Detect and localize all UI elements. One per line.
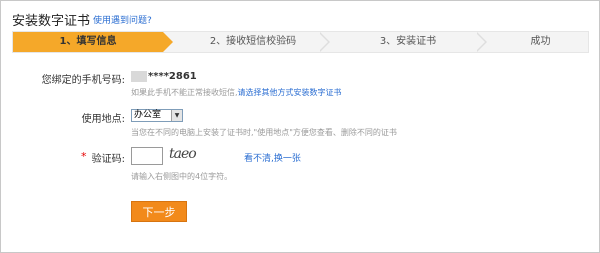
step-label: 成功 — [530, 36, 551, 47]
location-select[interactable]: 办公室 ▼ — [131, 109, 183, 122]
other-install-method-link[interactable]: 请选择其他方式安装数字证书 — [238, 88, 342, 97]
location-hint: 当您在不同的电脑上安装了证书时,"使用地点"方便您查看、删除不同的证书 — [131, 128, 397, 137]
step-label: 1、填写信息 — [59, 36, 117, 47]
captcha-image[interactable]: taeo — [169, 144, 209, 164]
step-success: 成功 — [493, 32, 588, 52]
step-label: 3、安装证书 — [379, 36, 437, 47]
captcha-input[interactable] — [131, 147, 163, 165]
progress-steps: 1、填写信息 2、接收短信校验码 3、安装证书 成功 — [12, 31, 589, 53]
phone-mask — [131, 71, 147, 82]
captcha-hint: 请输入右侧图中的4位字符。 — [131, 172, 233, 181]
step-install-cert: 3、安装证书 — [333, 32, 483, 52]
step-label: 2、接收短信校验码 — [209, 36, 297, 47]
step-receive-sms: 2、接收短信校验码 — [178, 32, 328, 52]
location-selected-value: 办公室 — [134, 110, 162, 120]
captcha-refresh-link[interactable]: 看不清,换一张 — [244, 151, 301, 164]
phone-hint: 如果此手机不能正常接收短信,请选择其他方式安装数字证书 — [131, 87, 342, 98]
step-fill-info: 1、填写信息 — [13, 32, 163, 52]
next-step-button[interactable]: 下一步 — [131, 201, 187, 222]
step-arrow — [318, 32, 328, 52]
captcha-label: 验证码: — [91, 154, 125, 165]
step-arrow — [163, 32, 173, 52]
phone-hint-text: 如果此手机不能正常接收短信, — [131, 88, 238, 97]
chevron-down-icon[interactable]: ▼ — [171, 110, 182, 121]
page-title: 安装数字证书 — [12, 14, 91, 29]
location-label: 使用地点: — [81, 114, 125, 125]
page-frame: 安装数字证书 使用遇到问题? 1、填写信息 2、接收短信校验码 3、安装证书 成… — [0, 0, 600, 253]
phone-number: ****2861 — [148, 71, 197, 82]
help-link[interactable]: 使用遇到问题? — [93, 13, 152, 26]
phone-label: 您绑定的手机号码: — [41, 75, 125, 86]
step-arrow — [475, 32, 485, 52]
